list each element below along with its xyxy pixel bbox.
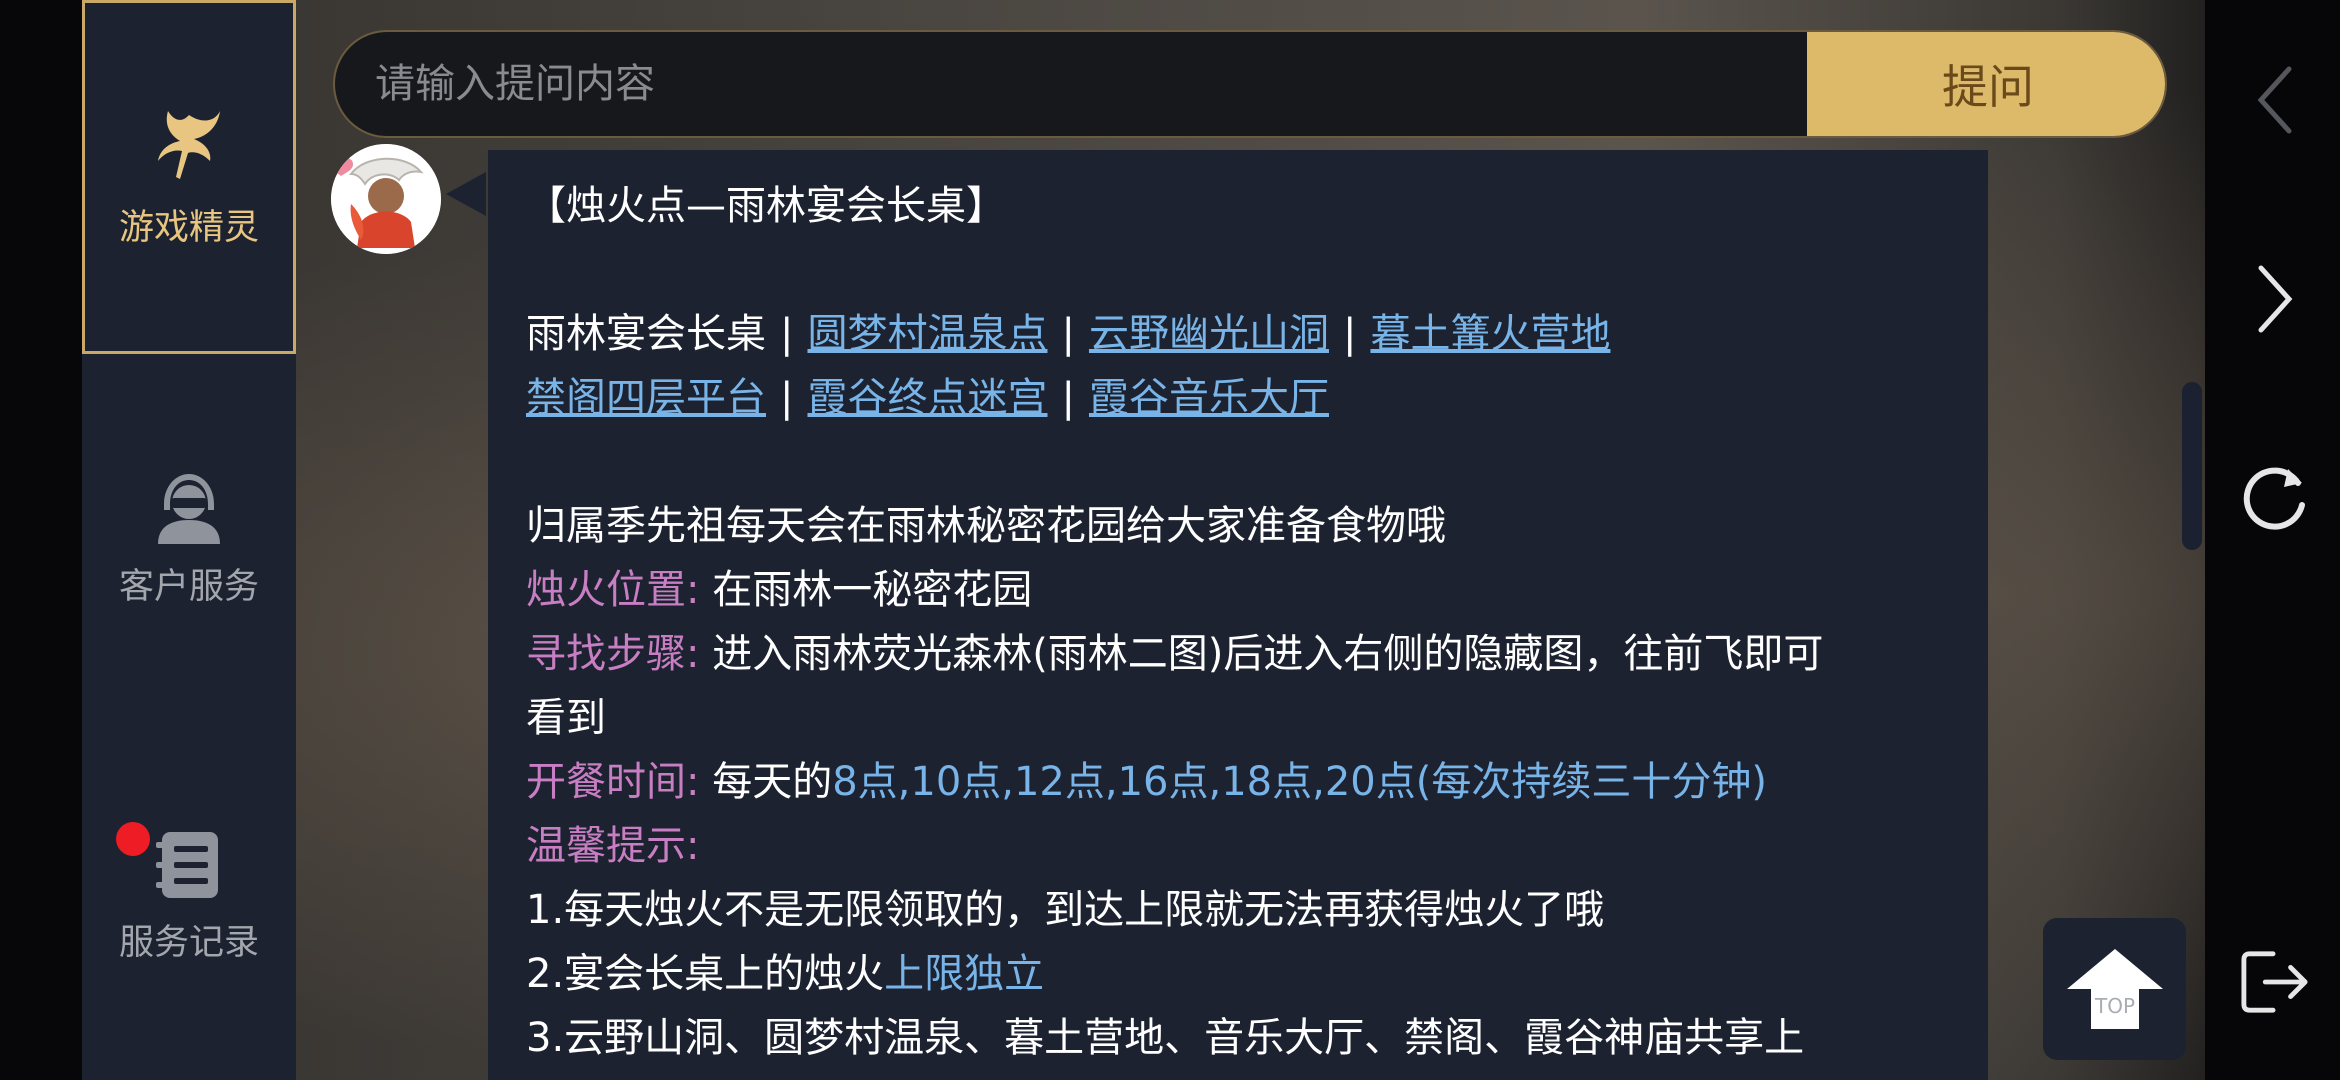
intro-text: 归属季先祖每天会在雨林秘密花园给大家准备食物哦: [526, 503, 1446, 549]
notification-badge: [116, 822, 150, 856]
answer-content: 【烛火点—雨林宴会长桌】 雨林宴会长桌 | 圆梦村温泉点 | 云野幽光山洞 | 暮土篝火营地…: [526, 174, 1966, 1070]
system-nav-bar: [2205, 0, 2340, 1080]
tip-item: 1.每天烛火不是无限领取的，到达上限就无法再获得烛火了哦: [526, 887, 1605, 933]
question-input[interactable]: [335, 32, 1805, 136]
steps-label: 寻找步骤:: [526, 631, 700, 677]
exit-icon[interactable]: [2240, 947, 2310, 1017]
location-link[interactable]: 云野幽光山洞: [1089, 311, 1329, 357]
steps-value: 进入雨林荧光森林(雨林二图)后进入右侧的隐藏图，往前飞即可: [712, 631, 1824, 677]
location-links-row-2: 禁阁四层平台 | 霞谷终点迷宫 | 霞谷音乐大厅: [526, 366, 1966, 430]
records-icon: [156, 832, 218, 898]
question-bar: 提问: [333, 30, 2167, 138]
location-links-row-1: 雨林宴会长桌 | 圆梦村温泉点 | 云野幽光山洞 | 暮土篝火营地: [526, 302, 1966, 366]
separator: |: [1061, 311, 1075, 357]
sidebar-tab-label: 游戏精灵: [118, 207, 259, 248]
sidebar-tab-customer-service[interactable]: 客户服务: [82, 470, 296, 610]
steps-row: 寻找步骤: 进入雨林荧光森林(雨林二图)后进入右侧的隐藏图，往前飞即可: [526, 622, 1966, 686]
answer-title: 【烛火点—雨林宴会长桌】: [526, 183, 1006, 229]
separator: |: [780, 375, 794, 421]
scrollbar[interactable]: [2182, 382, 2202, 550]
tip-item: 2.宴会长桌上的烛火上限独立: [526, 942, 1966, 1006]
customer-service-icon: [158, 474, 220, 544]
position-value: 在雨林一秘密花园: [712, 567, 1033, 613]
tip-highlight: 上限独立: [884, 951, 1045, 997]
location-link[interactable]: 霞谷终点迷宫: [807, 375, 1047, 421]
position-label: 烛火位置:: [526, 567, 700, 613]
ask-button[interactable]: 提问: [1807, 32, 2165, 136]
steps-row-continued: 看到: [526, 695, 606, 741]
location-link[interactable]: 暮土篝火营地: [1370, 311, 1610, 357]
refresh-icon[interactable]: [2240, 463, 2310, 533]
top-label: TOP: [2093, 994, 2134, 1018]
forward-icon[interactable]: [2240, 264, 2310, 334]
tips-label: 温馨提示:: [526, 823, 700, 869]
location-link[interactable]: 禁阁四层平台: [526, 375, 766, 421]
up-arrow-icon: TOP: [2066, 949, 2163, 1029]
location-link[interactable]: 圆梦村温泉点: [807, 311, 1047, 357]
answer-card: 【烛火点—雨林宴会长桌】 雨林宴会长桌 | 圆梦村温泉点 | 云野幽光山洞 | 暮土篝火营地…: [488, 150, 1988, 1080]
back-icon[interactable]: [2240, 65, 2310, 135]
sidebar-tab-label: 客户服务: [118, 567, 259, 607]
fairy-avatar-icon: [331, 144, 441, 254]
separator: |: [1342, 311, 1357, 357]
meal-time-prefix: 每天的: [712, 759, 833, 805]
separator: |: [780, 311, 794, 357]
tip-item: 3.云野山洞、圆梦村温泉、暮土营地、音乐大厅、禁阁、霞谷神庙共享上: [526, 1015, 1805, 1061]
location-link[interactable]: 霞谷音乐大厅: [1089, 375, 1329, 421]
meal-time-value: 8点,10点,12点,16点,18点,20点(每次持续三十分钟): [832, 759, 1767, 805]
meal-time-label: 开餐时间:: [526, 759, 700, 805]
fairy-icon: [158, 110, 220, 179]
back-to-top-button[interactable]: TOP: [2043, 918, 2186, 1060]
tip-text: 2.宴会长桌上的烛火: [526, 951, 885, 997]
position-row: 烛火位置: 在雨林一秘密花园: [526, 558, 1966, 622]
bubble-tail: [446, 172, 486, 216]
meal-time-row: 开餐时间: 每天的8点,10点,12点,16点,18点,20点(每次持续三十分钟…: [526, 750, 1966, 814]
sidebar-tab-label: 服务记录: [118, 923, 259, 963]
sidebar-tab-service-records[interactable]: 服务记录: [82, 822, 296, 970]
sidebar-tab-game-fairy[interactable]: 游戏精灵: [82, 0, 296, 354]
separator: |: [1061, 375, 1075, 421]
bot-avatar: [331, 144, 441, 254]
left-edge: [0, 0, 82, 1080]
sidebar: 游戏精灵 客户服务 服务记录: [82, 0, 296, 1080]
current-location: 雨林宴会长桌: [526, 311, 766, 357]
